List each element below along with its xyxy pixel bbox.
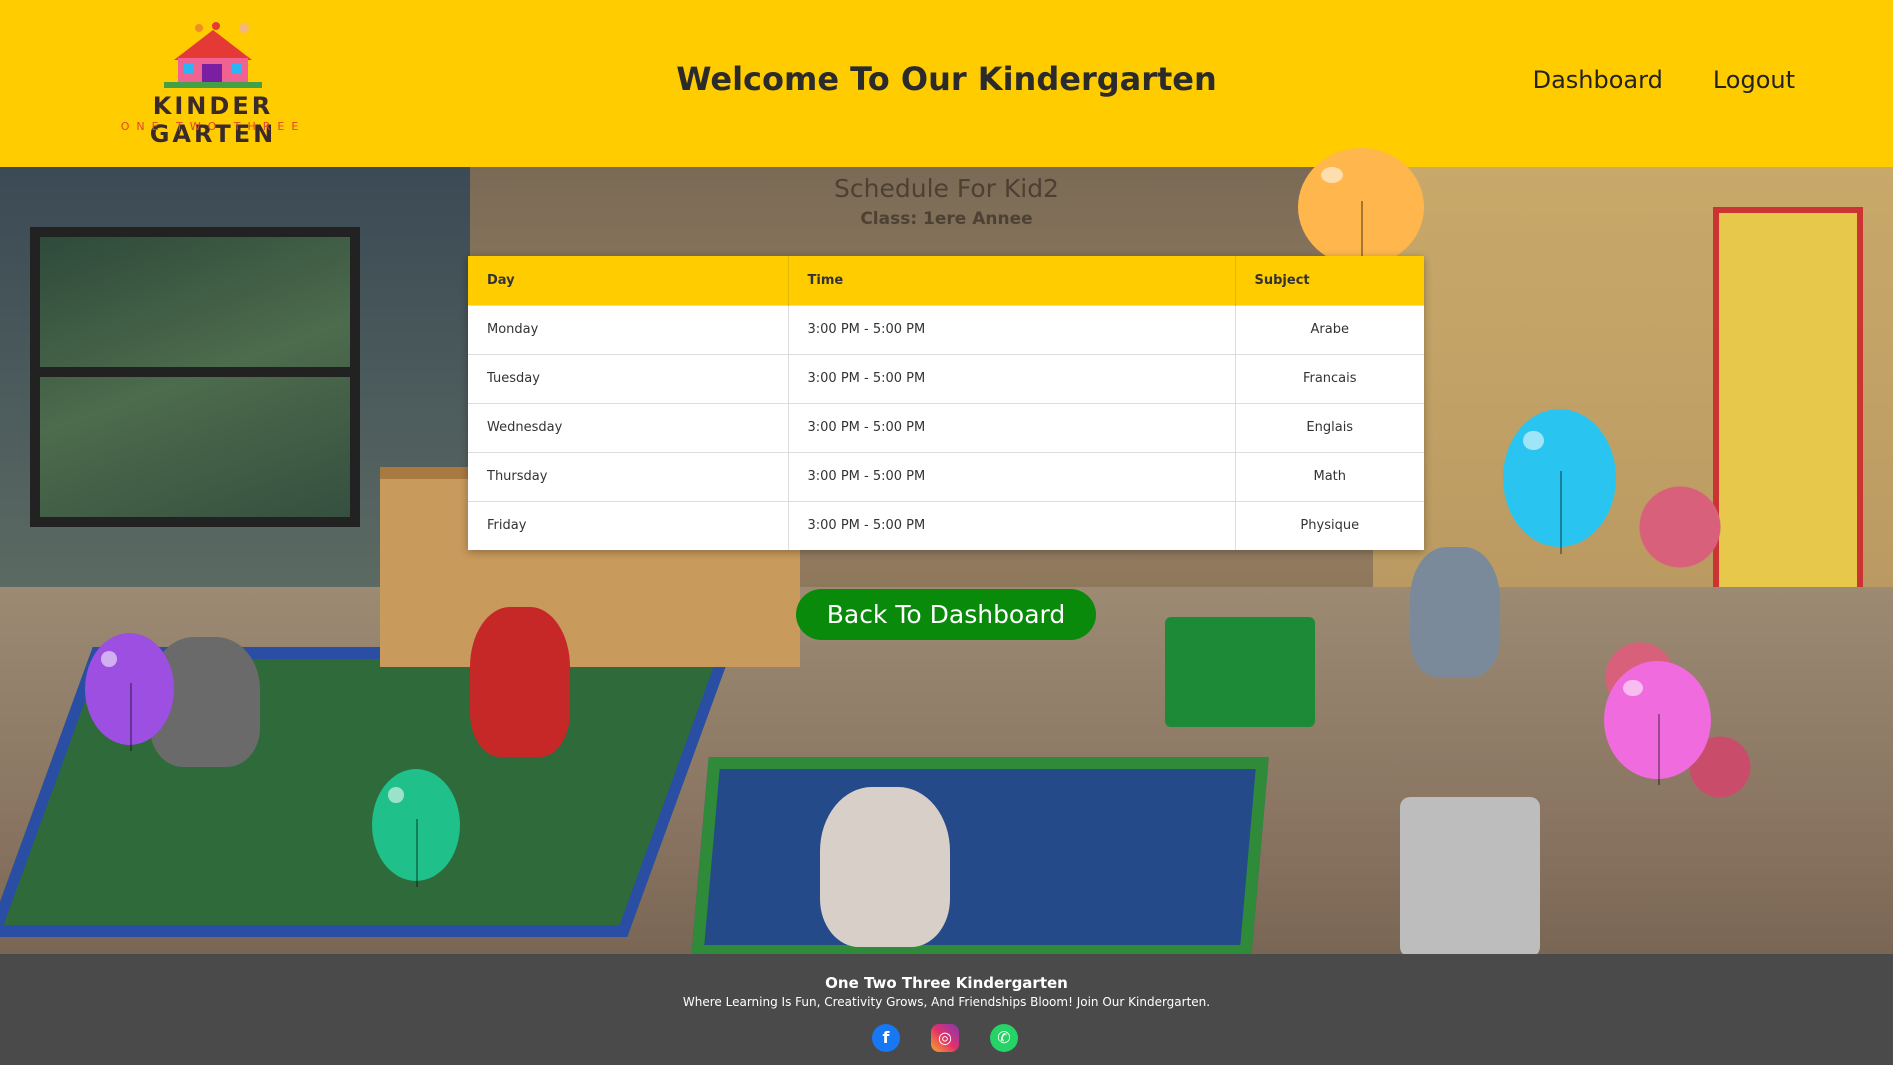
day-cell: Tuesday [468, 353, 789, 403]
time-cell: 3:00 PM - 5:00 PM [788, 451, 1236, 501]
column-header-subject: Subject [1235, 256, 1424, 305]
nav-logout-link[interactable]: Logout [1713, 66, 1795, 94]
table-row: Tuesday 3:00 PM - 5:00 PM Francais [468, 353, 1424, 403]
instagram-icon[interactable]: ◎ [931, 1024, 959, 1052]
table-row: Friday 3:00 PM - 5:00 PM Physique [468, 500, 1424, 550]
purple-balloon [85, 633, 174, 751]
day-cell: Monday [468, 304, 789, 354]
time-cell: 3:00 PM - 5:00 PM [788, 353, 1236, 403]
blue-balloon [1503, 409, 1616, 554]
footer-tagline: Where Learning Is Fun, Creativity Grows,… [682, 995, 1211, 1009]
school-house-icon [164, 22, 262, 88]
nav-dashboard-link[interactable]: Dashboard [1533, 66, 1663, 94]
table-row: Monday 3:00 PM - 5:00 PM Arabe [468, 304, 1424, 354]
page-title: Welcome To Our Kindergarten [676, 60, 1217, 98]
page-footer: One Two Three Kindergarten Where Learnin… [0, 954, 1893, 1065]
subject-cell: Englais [1235, 402, 1424, 452]
top-nav: Dashboard Logout [1533, 66, 1795, 94]
column-header-time: Time [788, 256, 1236, 305]
time-cell: 3:00 PM - 5:00 PM [788, 500, 1236, 550]
back-to-dashboard-button[interactable]: Back To Dashboard [796, 589, 1096, 640]
table-header-row: Day Time Subject [468, 256, 1424, 305]
column-header-day: Day [468, 256, 789, 305]
schedule-title: Schedule For Kid2 [834, 174, 1059, 203]
footer-title: One Two Three Kindergarten [825, 974, 1068, 992]
top-header: KINDER GARTEN ONE TWO THREE Welcome To O… [0, 0, 1893, 167]
schedule-table: Day Time Subject Monday 3:00 PM - 5:00 P… [468, 256, 1424, 550]
subject-cell: Math [1235, 451, 1424, 501]
orange-balloon [1298, 148, 1424, 272]
whatsapp-icon[interactable]: ✆ [990, 1024, 1018, 1052]
pink-balloon [1604, 661, 1711, 785]
time-cell: 3:00 PM - 5:00 PM [788, 402, 1236, 452]
subject-cell: Arabe [1235, 304, 1424, 354]
table-row: Thursday 3:00 PM - 5:00 PM Math [468, 451, 1424, 501]
day-cell: Wednesday [468, 402, 789, 452]
subject-cell: Francais [1235, 353, 1424, 403]
schedule-class-line: Class: 1ere Annee [860, 209, 1033, 229]
day-cell: Thursday [468, 451, 789, 501]
subject-cell: Physique [1235, 500, 1424, 550]
green-balloon [372, 769, 460, 887]
kindergarten-logo[interactable]: KINDER GARTEN ONE TWO THREE [104, 20, 322, 148]
logo-subtitle: ONE TWO THREE [120, 120, 306, 133]
table-row: Wednesday 3:00 PM - 5:00 PM Englais [468, 402, 1424, 452]
social-links: f ◎ ✆ [872, 1024, 1020, 1054]
time-cell: 3:00 PM - 5:00 PM [788, 304, 1236, 354]
facebook-icon[interactable]: f [872, 1024, 900, 1052]
day-cell: Friday [468, 500, 789, 550]
